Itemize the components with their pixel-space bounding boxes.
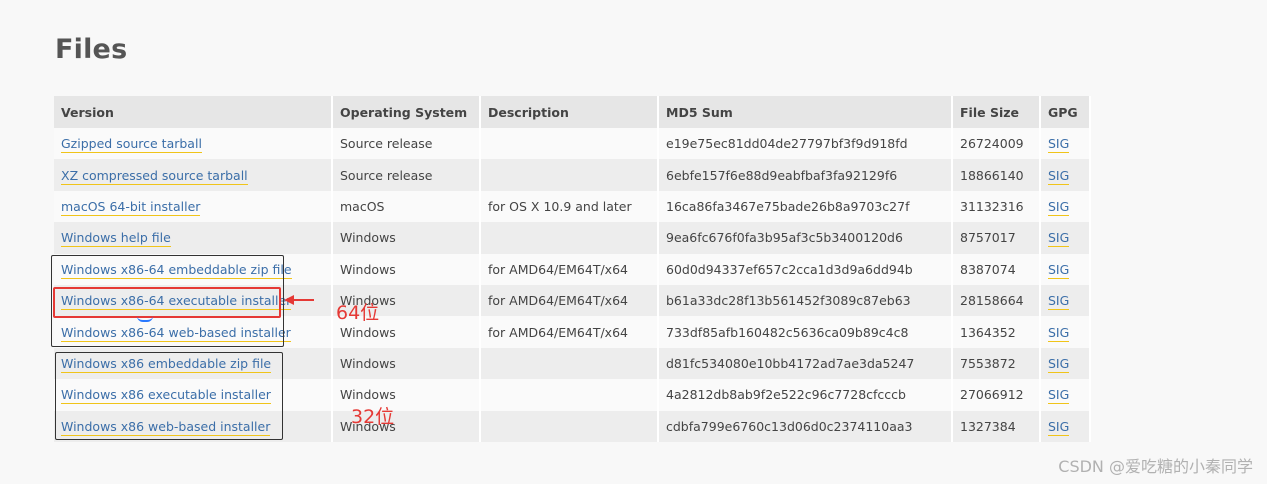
file-size-cell: 31132316 [953,190,1041,223]
files-table: Version Operating System Description MD5… [54,96,1091,442]
column-header-version: Version [54,96,333,128]
download-link[interactable]: Windows x86 web-based installer [61,418,271,436]
sig-link[interactable]: SIG [1048,355,1070,373]
gpg-cell: SIG [1041,410,1091,442]
download-link[interactable]: Windows x86 executable installer [61,387,271,405]
sig-link[interactable]: SIG [1048,230,1070,248]
column-header-gpg: GPG [1041,96,1091,128]
version-cell: Windows x86 web-based installer [54,410,333,442]
version-cell: XZ compressed source tarball [54,159,333,191]
download-link[interactable]: Windows x86-64 web-based installer [61,324,291,342]
download-link[interactable]: Windows x86-64 executable installer [61,293,292,311]
table-row: Windows x86-64 web-based installer Window… [54,316,1091,348]
md5-cell: 733df85afb160482c5636ca09b89c4c8 [659,316,953,348]
md5-cell: 16ca86fa3467e75bade26b8a9703c27f [659,190,953,223]
os-cell: Windows [333,347,481,380]
gpg-cell: SIG [1041,284,1091,317]
sig-link[interactable]: SIG [1048,261,1070,279]
description-cell [481,410,659,442]
sig-link[interactable]: SIG [1048,136,1070,154]
table-row: Windows x86 web-based installer Windows cd… [54,410,1091,442]
description-cell: for AMD64/EM64T/x64 [481,253,659,285]
file-size-cell: 1364352 [953,316,1041,348]
description-cell [481,159,659,191]
gpg-cell: SIG [1041,159,1091,191]
description-cell [481,347,659,380]
sig-link[interactable]: SIG [1048,293,1070,311]
description-cell: for AMD64/EM64T/x64 [481,316,659,348]
version-cell: Gzipped source tarball [54,128,333,160]
file-size-cell: 28158664 [953,284,1041,317]
description-cell: for AMD64/EM64T/x64 [481,284,659,317]
md5-cell: 6ebfe157f6e88d9eabfbaf3fa92129f6 [659,159,953,191]
download-link[interactable]: Windows x86 embeddable zip file [61,355,272,373]
md5-cell: e19e75ec81dd04de27797bf3f9d918fd [659,128,953,160]
gpg-cell: SIG [1041,253,1091,285]
file-size-cell: 8387074 [953,253,1041,285]
watermark: CSDN @爱吃糖的小秦同学 [1058,457,1253,476]
table-row: XZ compressed source tarball Source relea… [54,159,1091,191]
gpg-cell: SIG [1041,190,1091,223]
version-cell: macOS 64-bit installer [54,190,333,223]
download-link[interactable]: Windows x86-64 embeddable zip file [61,261,292,279]
version-cell: Windows x86-64 embeddable zip file [54,253,333,285]
sig-link[interactable]: SIG [1048,324,1070,342]
sig-link[interactable]: SIG [1048,198,1070,216]
md5-cell: 9ea6fc676f0fa3b95af3c5b3400120d6 [659,222,953,254]
red-arrow-icon [284,295,314,305]
version-cell: Windows x86 embeddable zip file [54,347,333,380]
description-cell [481,222,659,254]
gpg-cell: SIG [1041,379,1091,411]
column-header-file-size: File Size [953,96,1041,128]
description-cell [481,379,659,411]
table-row: Windows x86-64 embeddable zip file Window… [54,253,1091,285]
sig-link[interactable]: SIG [1048,387,1070,405]
download-link[interactable]: Gzipped source tarball [61,136,202,154]
md5-cell: 4a2812db8ab9f2e522c96c7728cfcccb [659,379,953,411]
file-size-cell: 26724009 [953,128,1041,160]
version-cell: Windows x86 executable installer [54,379,333,411]
file-size-cell: 27066912 [953,379,1041,411]
column-header-description: Description [481,96,659,128]
table-row: Windows x86 embeddable zip file Windows d8… [54,347,1091,380]
download-link[interactable]: XZ compressed source tarball [61,167,248,185]
os-cell: macOS [333,190,481,223]
description-cell [481,128,659,160]
md5-cell: 60d0d94337ef657c2cca1d3d9a6dd94b [659,253,953,285]
description-cell: for OS X 10.9 and later [481,190,659,223]
file-size-cell: 18866140 [953,159,1041,191]
table-row: Gzipped source tarball Source release e19e… [54,128,1091,160]
column-header-md5: MD5 Sum [659,96,953,128]
gpg-cell: SIG [1041,347,1091,380]
os-cell: Windows [333,222,481,254]
version-cell: Windows x86-64 web-based installer [54,316,333,348]
md5-cell: cdbfa799e6760c13d06d0c2374110aa3 [659,410,953,442]
table-row: Windows x86-64 executable installer Windo… [54,284,1091,317]
table-row: macOS 64-bit installer macOS for OS X 10.9… [54,190,1091,223]
os-cell: Windows [333,253,481,285]
label-32bit: 32位 [351,406,395,428]
table-row: Windows x86 executable installer Windows 4… [54,379,1091,411]
sig-link[interactable]: SIG [1048,167,1070,185]
column-header-os: Operating System [333,96,481,128]
page-title: Files [55,34,128,65]
table-row: Windows help file Windows 9ea6fc676f0fa3b9… [54,222,1091,254]
table-header-row: Version Operating System Description MD5… [54,96,1091,128]
download-link[interactable]: Windows help file [61,230,171,248]
md5-cell: b61a33dc28f13b561452f3089c87eb63 [659,284,953,317]
os-cell: Source release [333,159,481,191]
file-size-cell: 8757017 [953,222,1041,254]
file-size-cell: 1327384 [953,410,1041,442]
label-64bit: 64位 [336,302,380,324]
download-link[interactable]: macOS 64-bit installer [61,198,201,216]
version-cell: Windows help file [54,222,333,254]
file-size-cell: 7553872 [953,347,1041,380]
os-cell: Source release [333,128,481,160]
gpg-cell: SIG [1041,128,1091,160]
gpg-cell: SIG [1041,222,1091,254]
md5-cell: d81fc534080e10bb4172ad7ae3da5247 [659,347,953,380]
sig-link[interactable]: SIG [1048,418,1070,436]
gpg-cell: SIG [1041,316,1091,348]
